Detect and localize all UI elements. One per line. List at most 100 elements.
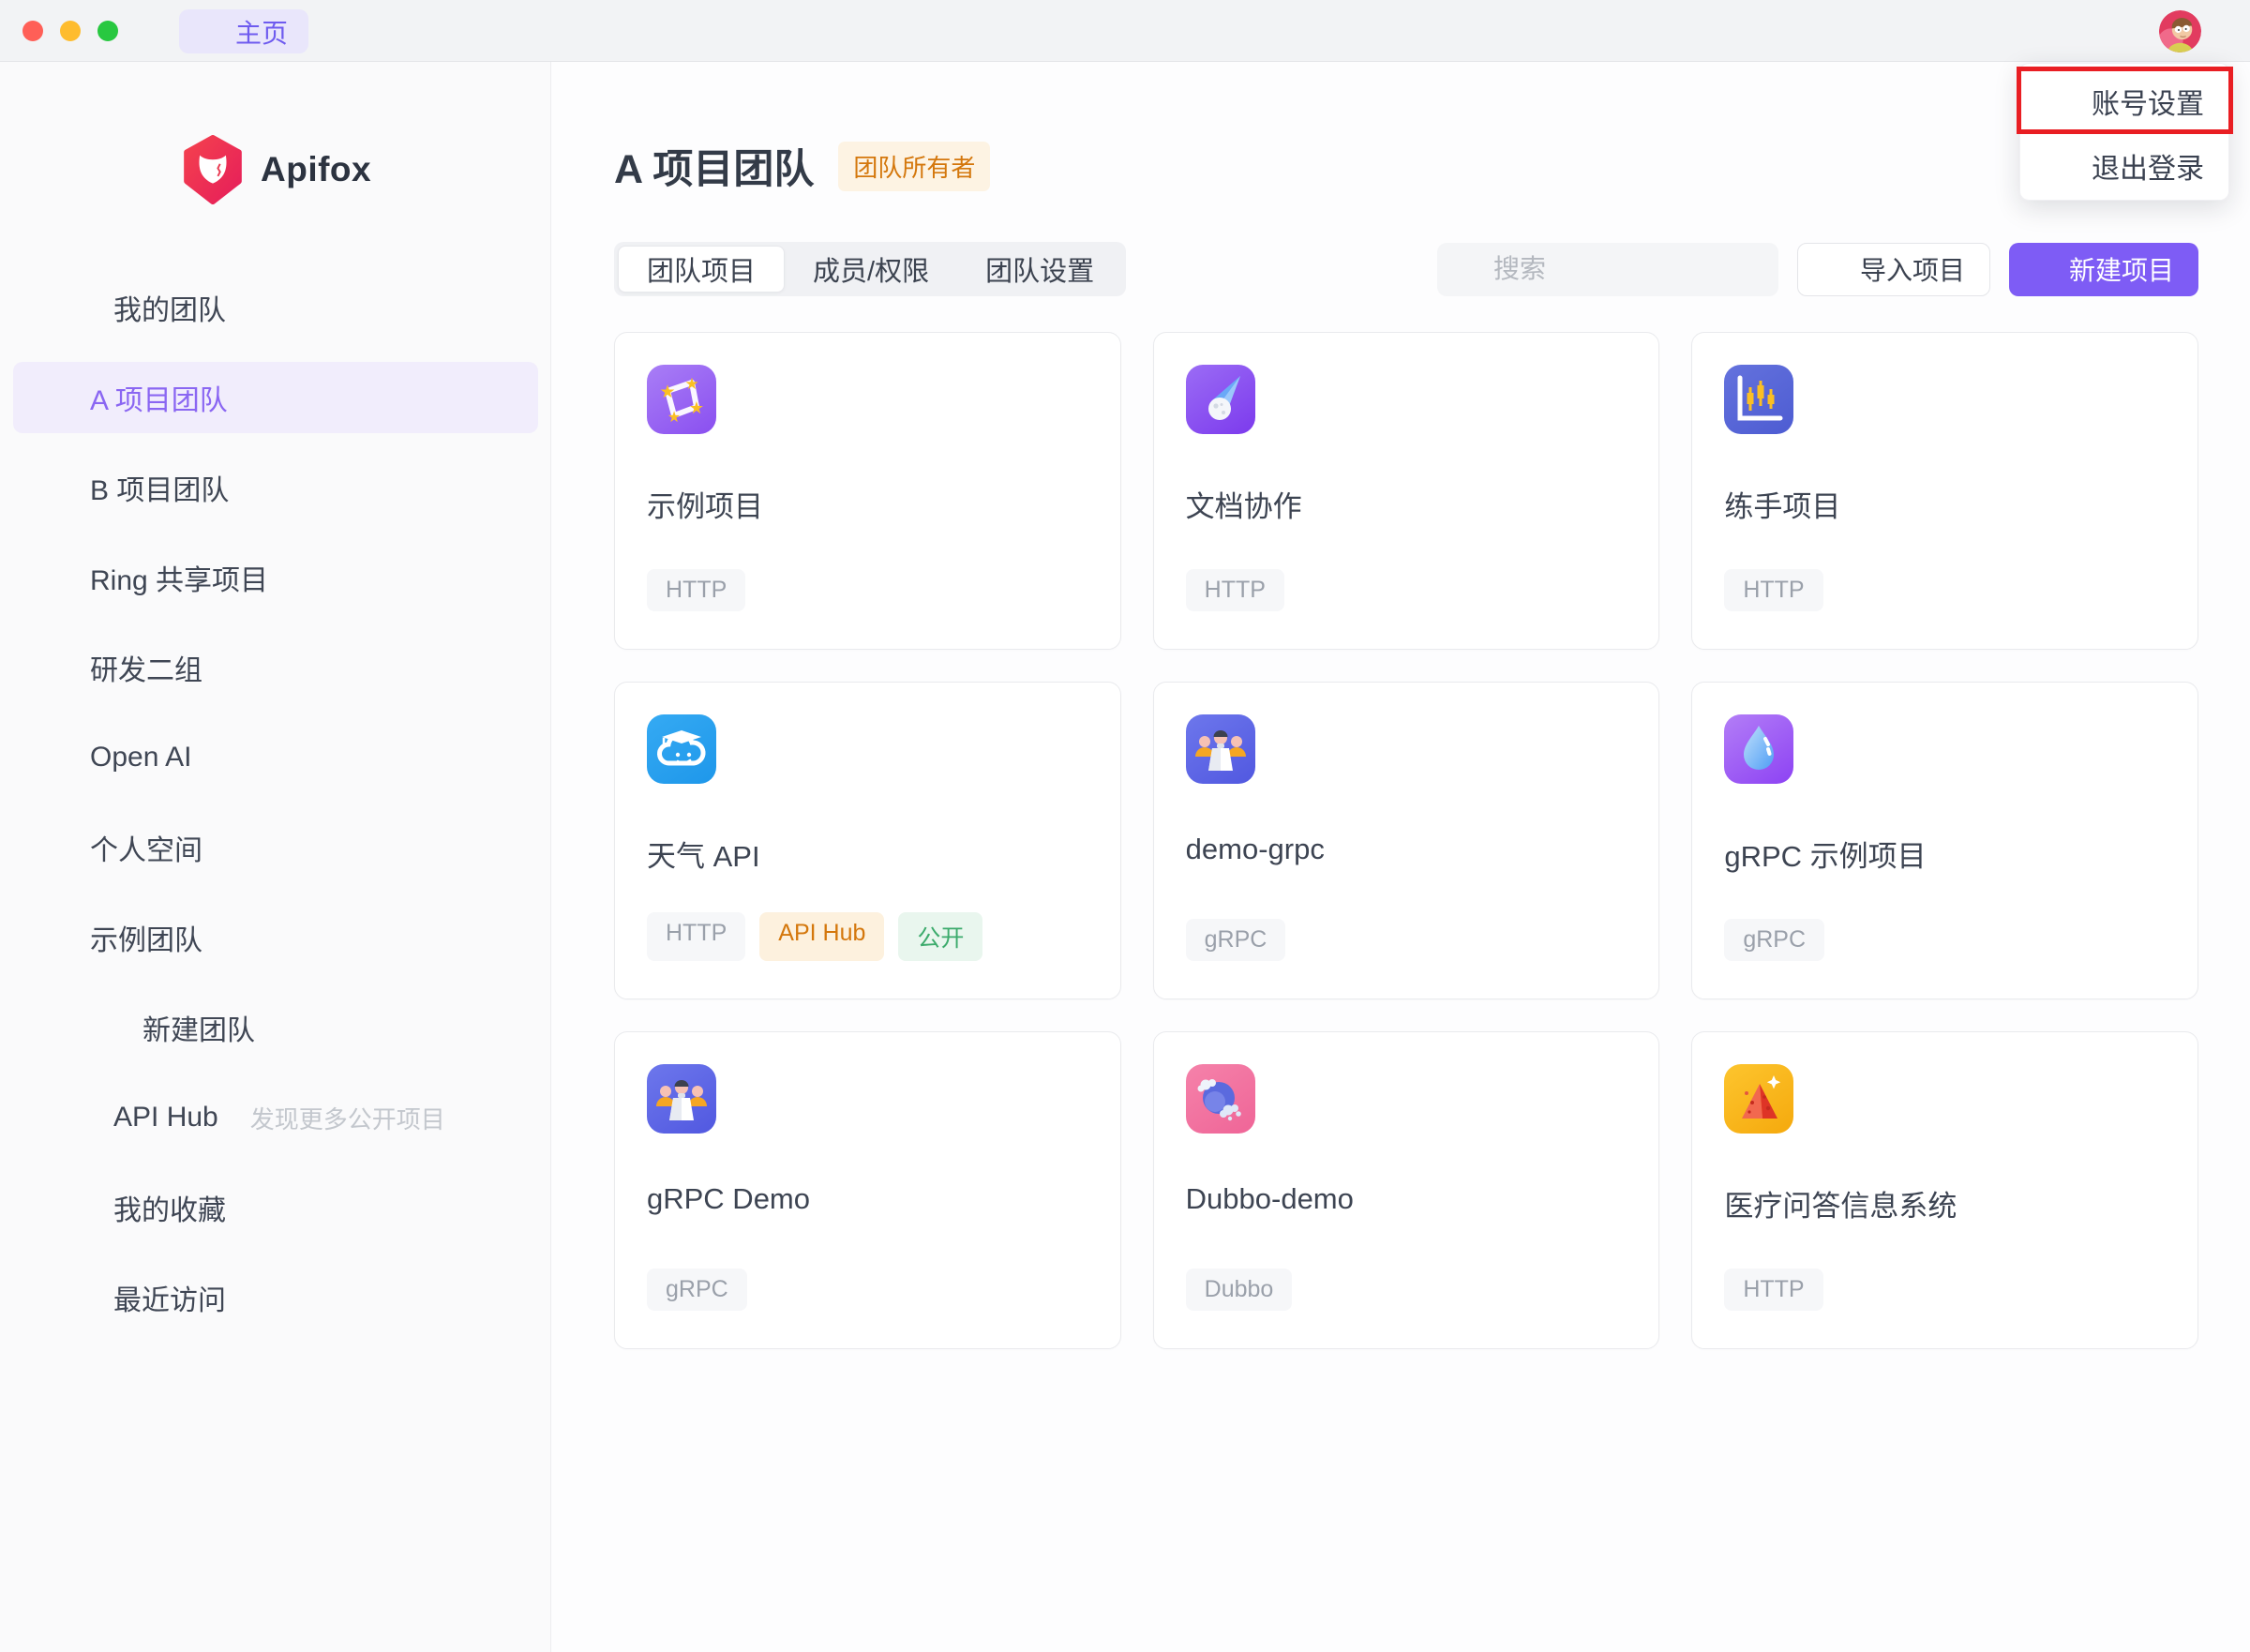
search-box[interactable] bbox=[1437, 243, 1778, 296]
project-tags: gRPC bbox=[1724, 919, 2164, 961]
svg-text:★: ★ bbox=[689, 398, 704, 417]
tab-成员/权限[interactable]: 成员/权限 bbox=[785, 246, 957, 293]
team-label: 研发二组 bbox=[90, 647, 202, 688]
apifox-logo: Apifox bbox=[178, 135, 371, 204]
star-icon bbox=[63, 1193, 93, 1223]
notifications-button[interactable] bbox=[2097, 12, 2135, 50]
sync-icon bbox=[1978, 17, 2007, 46]
window-controls bbox=[22, 21, 118, 41]
sidebar-new-team-button[interactable]: 新建团队 bbox=[0, 983, 551, 1073]
project-name: 练手项目 bbox=[1724, 483, 2164, 525]
project-tag: HTTP bbox=[647, 569, 745, 611]
sync-button[interactable] bbox=[1973, 12, 2011, 50]
compass-icon bbox=[63, 1103, 93, 1133]
project-card[interactable]: gRPC 示例项目 gRPC bbox=[1691, 682, 2198, 999]
menu-item-logout[interactable]: 退出登录 bbox=[2020, 133, 2228, 198]
sidebar-team-item[interactable]: B 项目团队 bbox=[13, 443, 538, 533]
project-card[interactable]: 医疗问答信息系统HTTP bbox=[1691, 1031, 2198, 1349]
planet-cloud-icon bbox=[1186, 1064, 1255, 1134]
sidebar-team-item[interactable]: A 项目团队 bbox=[13, 362, 538, 433]
project-card[interactable]: gRPC Demo gRPC bbox=[614, 1031, 1121, 1349]
svg-text:★: ★ bbox=[659, 383, 675, 402]
water-drop-icon bbox=[1724, 714, 1793, 784]
project-tags: HTTP bbox=[647, 569, 1087, 611]
project-tag: gRPC bbox=[647, 1269, 747, 1311]
project-tag: HTTP bbox=[1724, 569, 1822, 611]
svg-text:★: ★ bbox=[668, 410, 681, 426]
sidebar-team-item[interactable]: 示例团队 bbox=[13, 893, 538, 983]
project-card[interactable]: ★★★★示例项目HTTP bbox=[614, 332, 1121, 650]
project-tags: HTTP bbox=[1724, 569, 2164, 611]
team-owner-badge: 团队所有者 bbox=[838, 142, 990, 191]
sidebar-team-item[interactable]: 研发二组 bbox=[13, 623, 538, 713]
api-hub-hint: 发现更多公开项目 bbox=[250, 1101, 445, 1135]
main-content: A 项目团队 团队所有者 团队项目成员/权限团队设置 导入项目 新建项目 bbox=[551, 62, 2250, 1652]
sidebar-item-recent[interactable]: 最近访问 bbox=[0, 1253, 551, 1343]
apifox-logo-text: Apifox bbox=[261, 150, 371, 189]
project-tag: 公开 bbox=[898, 912, 982, 961]
team-tabs: 团队项目成员/权限团队设置 bbox=[614, 242, 1126, 296]
app-window: 主页 账号设置退出登录 Apifox 我的团队 A 项目团队 B 项目团队Ring… bbox=[0, 0, 2250, 1652]
team-label: 个人空间 bbox=[90, 827, 202, 868]
sidebar-my-teams-header[interactable]: 我的团队 bbox=[0, 263, 551, 353]
podium-icon bbox=[647, 1064, 716, 1134]
user-avatar[interactable] bbox=[2159, 10, 2201, 53]
project-card[interactable]: demo-grpcgRPC bbox=[1153, 682, 1660, 999]
sidebar-item-api-hub[interactable]: API Hub 发现更多公开项目 bbox=[0, 1073, 551, 1163]
new-project-button[interactable]: 新建项目 bbox=[2009, 243, 2198, 296]
settings-button[interactable] bbox=[2035, 12, 2073, 50]
menu-item-account-settings[interactable]: 账号设置 bbox=[2020, 68, 2228, 133]
project-tags: HTTP bbox=[1724, 1269, 2164, 1311]
menu-item-label: 退出登录 bbox=[2092, 145, 2204, 187]
new-project-label: 新建项目 bbox=[2069, 250, 2174, 288]
project-tag: Dubbo bbox=[1186, 1269, 1293, 1311]
project-card[interactable]: 天气 APIHTTPAPI Hub公开 bbox=[614, 682, 1121, 999]
project-tag: HTTP bbox=[647, 912, 745, 961]
project-tags: HTTPAPI Hub公开 bbox=[647, 912, 1087, 961]
project-name: demo-grpc bbox=[1186, 833, 1626, 866]
new-team-label: 新建团队 bbox=[142, 1007, 255, 1048]
gear-icon bbox=[2047, 87, 2075, 115]
project-name: 文档协作 bbox=[1186, 483, 1626, 525]
team-label: Open AI bbox=[90, 742, 191, 773]
project-tag: HTTP bbox=[1724, 1269, 1822, 1311]
my-teams-label: 我的团队 bbox=[113, 287, 226, 328]
window-close-button[interactable] bbox=[22, 21, 43, 41]
window-zoom-button[interactable] bbox=[98, 21, 118, 41]
project-tags: HTTP bbox=[1186, 569, 1626, 611]
project-name: gRPC Demo bbox=[647, 1182, 1087, 1216]
search-input[interactable] bbox=[1493, 254, 1762, 284]
tab-团队项目[interactable]: 团队项目 bbox=[618, 246, 785, 293]
topbar: 主页 bbox=[0, 0, 2250, 62]
import-project-button[interactable]: 导入项目 bbox=[1797, 243, 1990, 296]
sidebar-team-item[interactable]: Open AI bbox=[13, 713, 538, 803]
project-card[interactable]: 文档协作 HTTP bbox=[1153, 332, 1660, 650]
project-card[interactable]: Dubbo-demoDubbo bbox=[1153, 1031, 1660, 1349]
sidebar-team-item[interactable]: 个人空间 bbox=[13, 803, 538, 893]
sidebar-item-favorites[interactable]: 我的收藏 bbox=[0, 1163, 551, 1253]
tab-团队设置[interactable]: 团队设置 bbox=[957, 246, 1122, 293]
import-icon bbox=[1822, 256, 1849, 282]
team-label: A 项目团队 bbox=[90, 377, 228, 418]
project-name: gRPC 示例项目 bbox=[1724, 833, 2164, 875]
import-project-label: 导入项目 bbox=[1860, 250, 1965, 288]
bell-icon bbox=[2102, 17, 2131, 46]
sidebar-team-item[interactable]: Ring 共享项目 bbox=[13, 533, 538, 623]
window-minimize-button[interactable] bbox=[60, 21, 81, 41]
weather-cloud-icon bbox=[647, 714, 716, 784]
api-hub-label: API Hub bbox=[113, 1102, 218, 1134]
logout-icon bbox=[2047, 152, 2075, 180]
home-button-label: 主页 bbox=[235, 13, 288, 51]
people-icon bbox=[63, 292, 95, 323]
search-icon bbox=[1454, 255, 1482, 283]
favorites-label: 我的收藏 bbox=[113, 1187, 226, 1228]
plus-icon bbox=[96, 1014, 122, 1041]
project-tag: HTTP bbox=[1186, 569, 1284, 611]
project-name: 示例项目 bbox=[647, 483, 1087, 525]
clock-icon bbox=[63, 1283, 93, 1313]
apifox-logo-icon bbox=[178, 135, 248, 204]
chevron-up-icon[interactable] bbox=[467, 295, 491, 320]
home-button[interactable]: 主页 bbox=[179, 9, 308, 53]
project-card[interactable]: 练手项目 HTTP bbox=[1691, 332, 2198, 650]
podium-icon bbox=[1186, 714, 1255, 784]
